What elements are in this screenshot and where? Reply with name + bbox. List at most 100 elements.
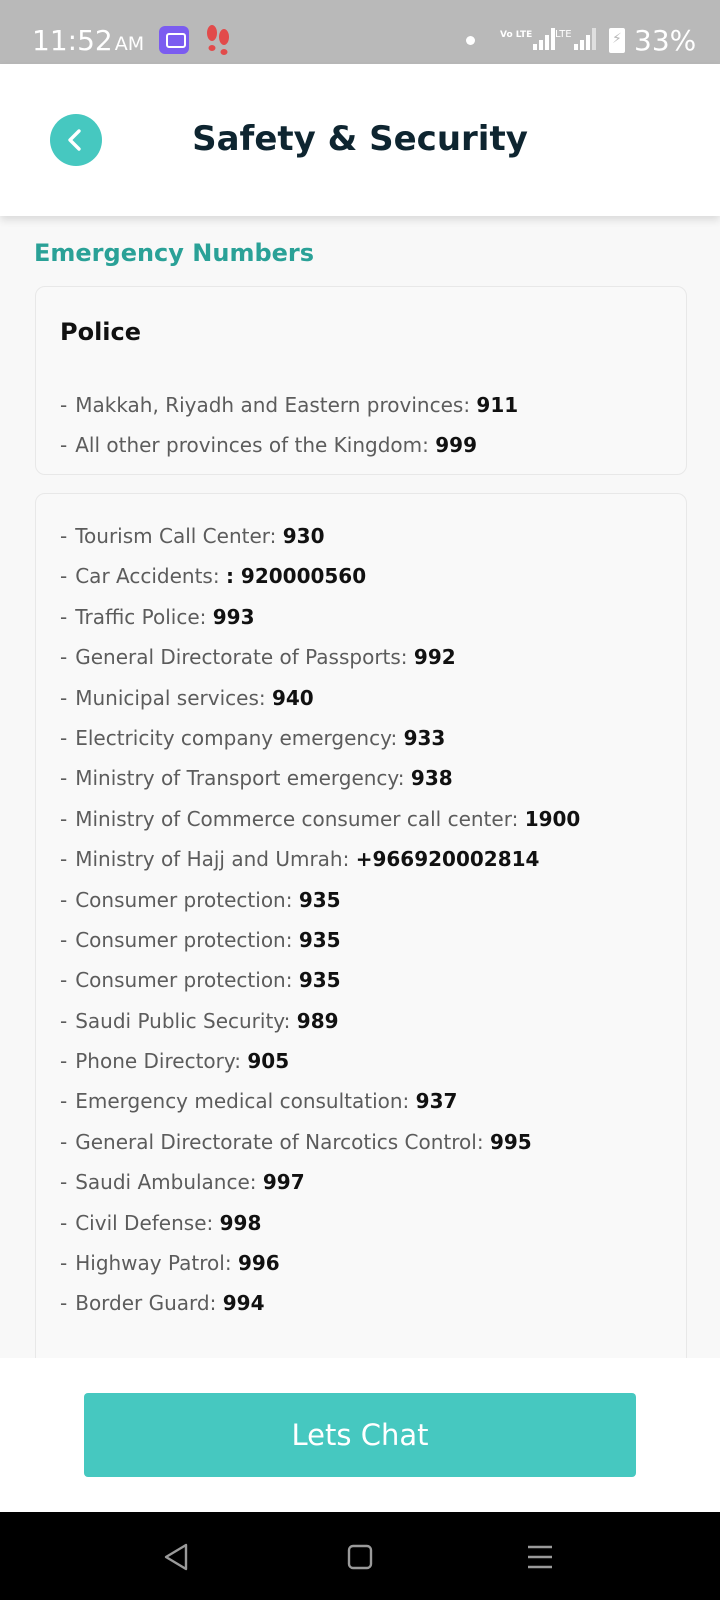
status-time-value: 11:52 [32, 24, 113, 57]
service-label: Border Guard: [75, 1291, 217, 1316]
phone-number[interactable]: : 920000560 [226, 564, 366, 588]
list-bullet: - [60, 968, 68, 993]
list-item: - All other provinces of the Kingdom: 999 [60, 425, 518, 465]
phone-number[interactable]: 995 [490, 1130, 532, 1154]
phone-number[interactable]: 992 [414, 645, 456, 669]
list-bullet: - [60, 433, 68, 458]
service-label: Electricity company emergency: [75, 725, 398, 750]
chat-notification-icon [159, 26, 189, 54]
home-square-icon[interactable] [346, 1542, 374, 1572]
service-label: Ministry of Hajj and Umrah: [75, 847, 350, 872]
list-bullet: - [60, 1291, 68, 1316]
phone-number[interactable]: 994 [223, 1291, 265, 1315]
list-item: - Saudi Ambulance: 997 [60, 1162, 580, 1202]
phone-number[interactable]: 999 [435, 433, 477, 457]
service-label: General Directorate of Narcotics Control… [75, 1129, 484, 1154]
phone-number[interactable]: 937 [416, 1089, 458, 1113]
phone-number[interactable]: 935 [299, 888, 341, 912]
list-item: - Ministry of Hajj and Umrah: +9669200028… [60, 839, 580, 879]
service-label: Tourism Call Center: [75, 524, 277, 548]
list-bullet: - [60, 1251, 68, 1276]
emergency-number-list: - Tourism Call Center: 930- Car Accidents:… [60, 516, 580, 1324]
list-item: - Saudi Public Security: 989 [60, 1001, 580, 1041]
service-label: Saudi Ambulance: [75, 1170, 257, 1195]
list-bullet: - [60, 645, 68, 670]
list-item: - Tourism Call Center: 930 [60, 516, 580, 556]
list-bullet: - [60, 393, 68, 417]
phone-number[interactable]: 940 [272, 686, 314, 710]
police-card: Police - Makkah, Riyadh and Eastern provi… [35, 286, 687, 475]
phone-number[interactable]: 998 [220, 1211, 262, 1235]
service-label: All other provinces of the Kingdom: [75, 433, 429, 458]
service-label: Phone Directory: [75, 1049, 241, 1074]
phone-number[interactable]: 911 [476, 393, 518, 417]
signal-icon [574, 28, 598, 50]
list-item: - Municipal services: 940 [60, 678, 580, 718]
service-label: Emergency medical consultation: [75, 1089, 410, 1114]
phone-number[interactable]: +966920002814 [356, 847, 540, 871]
system-nav-bar [0, 1512, 720, 1600]
service-label: Makkah, Riyadh and Eastern provinces: [75, 393, 471, 417]
menu-lines-icon[interactable] [526, 1542, 554, 1572]
phone-number[interactable]: 905 [247, 1049, 289, 1073]
status-time-ampm: AM [114, 33, 145, 55]
list-bullet: - [60, 604, 68, 629]
list-item: - Border Guard: 994 [60, 1283, 580, 1323]
service-label: Saudi Public Security: [75, 1008, 291, 1033]
battery-charging-icon [609, 28, 625, 53]
service-label: Car Accidents: [75, 564, 220, 589]
battery-percentage: 33% [634, 24, 697, 57]
phone-number[interactable]: 997 [263, 1170, 305, 1194]
list-bullet: - [60, 806, 68, 831]
phone-number[interactable]: 996 [238, 1251, 280, 1275]
list-bullet: - [60, 1210, 68, 1235]
list-item: - Consumer protection: 935 [60, 960, 580, 1000]
list-item: - Car Accidents: : 920000560 [60, 556, 580, 596]
list-bullet: - [60, 564, 68, 589]
list-item: - General Directorate of Passports: 992 [60, 637, 580, 677]
lets-chat-button[interactable]: Lets Chat [84, 1393, 636, 1477]
list-item: - Consumer protection: 935 [60, 880, 580, 920]
list-item: - Ministry of Transport emergency: 938 [60, 758, 580, 798]
list-item: - Emergency medical consultation: 937 [60, 1081, 580, 1121]
service-label: Ministry of Commerce consumer call cente… [75, 806, 519, 831]
list-item: - Electricity company emergency: 933 [60, 718, 580, 758]
phone-number[interactable]: 935 [299, 928, 341, 952]
list-bullet: - [60, 1089, 68, 1114]
service-label: Consumer protection: [75, 927, 293, 952]
service-label: Civil Defense: [75, 1210, 214, 1235]
list-item: - Highway Patrol: 996 [60, 1243, 580, 1283]
service-label: Consumer protection: [75, 968, 293, 993]
phone-number[interactable]: 989 [297, 1009, 339, 1033]
emergency-numbers-card: - Tourism Call Center: 930- Car Accidents:… [35, 493, 687, 1373]
status-bar: 11:52AM Vo LTE LTE 33% [0, 0, 720, 64]
list-item: - Makkah, Riyadh and Eastern provinces: 9… [60, 385, 518, 425]
service-label: Highway Patrol: [75, 1251, 232, 1276]
police-number-list: - Makkah, Riyadh and Eastern provinces: 9… [60, 385, 518, 466]
police-heading: Police [60, 318, 142, 346]
status-time: 11:52 AM [32, 24, 144, 61]
phone-number[interactable]: 930 [283, 524, 325, 548]
app-header: Safety & Security [0, 64, 720, 216]
list-bullet: - [60, 847, 68, 872]
phone-number[interactable]: 938 [411, 766, 453, 790]
list-bullet: - [60, 927, 68, 952]
phone-number[interactable]: 993 [213, 605, 255, 629]
service-label: General Directorate of Passports: [75, 645, 408, 670]
volte-icon: Vo LTE [500, 30, 533, 40]
phone-number[interactable]: 933 [404, 726, 446, 750]
list-bullet: - [60, 685, 68, 710]
list-bullet: - [60, 524, 68, 548]
list-bullet: - [60, 887, 68, 912]
service-label: Municipal services: [75, 685, 266, 710]
back-triangle-icon[interactable] [162, 1542, 190, 1572]
list-item: - Civil Defense: 998 [60, 1203, 580, 1243]
phone-number[interactable]: 1900 [525, 807, 581, 831]
footsteps-icon [206, 24, 230, 56]
dot-icon [466, 36, 475, 45]
list-item: - Phone Directory: 905 [60, 1041, 580, 1081]
service-label: Traffic Police: [75, 604, 207, 629]
list-bullet: - [60, 1049, 68, 1074]
list-bullet: - [60, 1129, 68, 1154]
phone-number[interactable]: 935 [299, 968, 341, 992]
